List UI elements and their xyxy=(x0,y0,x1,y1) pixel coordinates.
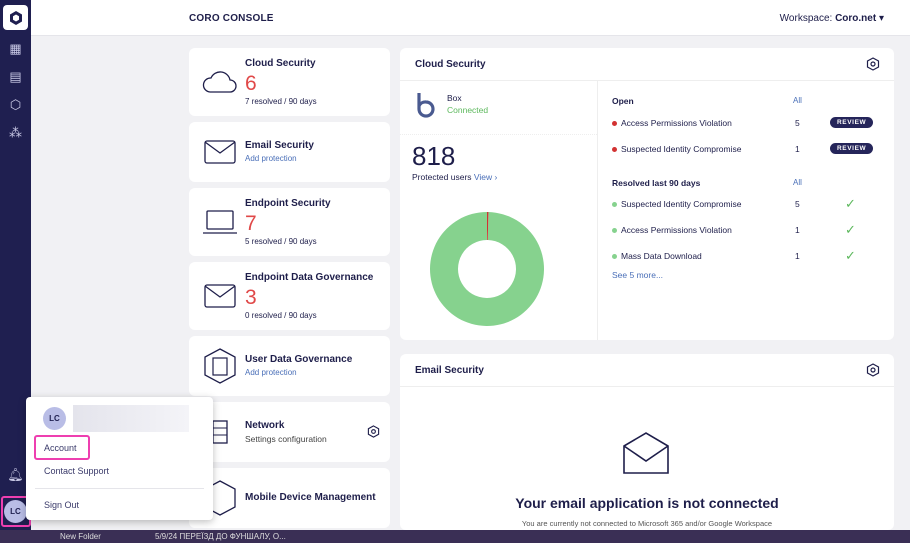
resolved-text: 7 resolved / 90 days xyxy=(245,97,317,106)
card-endpoint-security[interactable]: Endpoint Security 7 5 resolved / 90 days xyxy=(189,188,390,256)
box-logo xyxy=(417,93,435,118)
protected-users-donut xyxy=(430,212,544,326)
card-title: User Data Governance xyxy=(245,354,353,365)
protected-users-count: 818 xyxy=(412,141,456,171)
resolved-row[interactable]: Suspected Identity Compromise 5 ✓ xyxy=(612,196,882,211)
issue-count: 7 xyxy=(245,212,257,235)
resolved-heading: Resolved last 90 days xyxy=(612,178,701,188)
menu-avatar: LC xyxy=(43,407,66,430)
cloud-icon xyxy=(202,71,237,93)
gear-icon[interactable] xyxy=(866,57,880,71)
protected-users-label: Protected users xyxy=(412,172,472,182)
app-title: CORO CONSOLE xyxy=(189,13,274,24)
top-bar: CORO CONSOLE Workspace: Coro.net ▾ xyxy=(31,0,910,36)
issue-count: 6 xyxy=(245,72,257,95)
settings-hex-icon[interactable]: ⬡ xyxy=(7,96,24,113)
envelope-icon xyxy=(201,133,239,171)
contact-support-menu-item[interactable]: Contact Support xyxy=(44,466,109,476)
app-name: Box xyxy=(447,93,462,103)
resolved-row[interactable]: Mass Data Download 1 ✓ xyxy=(612,248,882,263)
check-icon: ✓ xyxy=(845,222,856,237)
review-button[interactable]: REVIEW xyxy=(830,117,874,128)
gear-icon[interactable] xyxy=(866,363,880,377)
coro-logo[interactable] xyxy=(3,5,28,30)
document-icon xyxy=(201,277,239,315)
card-user-data-governance[interactable]: User Data Governance Add protection xyxy=(189,336,390,396)
taskbar: New Folder 5/9/24 ПЕРЕЇЗД ДО ФУНШАЛУ, О.… xyxy=(0,530,910,543)
email-security-panel: Email Security Your email application is… xyxy=(400,354,894,530)
card-title: Mobile Device Management xyxy=(245,492,376,503)
not-connected-heading: Your email application is not connected xyxy=(515,495,779,511)
resolved-all-link[interactable]: All xyxy=(793,178,802,187)
sign-out-menu-item[interactable]: Sign Out xyxy=(44,500,79,510)
panel-title: Email Security xyxy=(415,365,484,376)
user-menu: LC Account Contact Support Sign Out xyxy=(26,397,213,520)
taskbar-item[interactable]: 5/9/24 ПЕРЕЇЗД ДО ФУНШАЛУ, О... xyxy=(155,532,286,541)
account-highlight xyxy=(34,435,90,460)
panel-title: Cloud Security xyxy=(415,59,486,70)
cloud-security-panel: Cloud Security Box Connected 818 Protect… xyxy=(400,48,894,340)
card-title: Endpoint Security xyxy=(245,198,331,209)
gear-icon[interactable] xyxy=(367,425,380,438)
card-cloud-security[interactable]: Cloud Security 6 7 resolved / 90 days xyxy=(189,48,390,116)
workspace-selector[interactable]: Workspace: Coro.net ▾ xyxy=(780,13,884,24)
bell-icon[interactable]: 🔔︎ xyxy=(7,466,24,483)
open-heading: Open xyxy=(612,96,634,106)
resolved-text: 5 resolved / 90 days xyxy=(245,237,317,246)
card-mobile-device-management[interactable]: Mobile Device Management xyxy=(189,468,390,528)
not-connected-text: You are currently not connected to Micro… xyxy=(521,519,773,528)
blurred-user-info xyxy=(73,405,189,432)
network-nodes-icon[interactable]: ⁂ xyxy=(7,124,24,141)
list-icon[interactable]: ▤ xyxy=(7,68,24,85)
view-link[interactable]: View › xyxy=(474,172,497,182)
card-title: Email Security xyxy=(245,140,314,151)
card-title: Network xyxy=(245,420,285,431)
card-network[interactable]: Network Settings configuration xyxy=(189,402,390,462)
taskbar-folder[interactable]: New Folder xyxy=(60,532,101,541)
file-hex-icon xyxy=(204,348,236,384)
chevron-down-icon: ▾ xyxy=(878,13,884,24)
dashboard-icon[interactable]: ▦ xyxy=(7,40,24,57)
review-button[interactable]: REVIEW xyxy=(830,143,874,154)
card-email-security[interactable]: Email Security Add protection xyxy=(189,122,390,182)
check-icon: ✓ xyxy=(845,196,856,211)
see-more-link[interactable]: See 5 more... xyxy=(612,270,663,280)
open-row[interactable]: Access Permissions Violation 5 REVIEW xyxy=(612,117,882,130)
check-icon: ✓ xyxy=(845,248,856,263)
resolved-row[interactable]: Access Permissions Violation 1 ✓ xyxy=(612,222,882,237)
settings-text: Settings configuration xyxy=(245,434,327,444)
card-title: Cloud Security xyxy=(245,58,316,69)
connection-status: Connected xyxy=(447,105,489,115)
laptop-icon xyxy=(203,210,237,234)
issue-count: 3 xyxy=(245,286,257,309)
open-row[interactable]: Suspected Identity Compromise 1 REVIEW xyxy=(612,143,882,156)
add-protection-link[interactable]: Add protection xyxy=(245,154,297,163)
card-endpoint-data-governance[interactable]: Endpoint Data Governance 3 0 resolved / … xyxy=(189,262,390,330)
open-all-link[interactable]: All xyxy=(793,96,802,105)
add-protection-link[interactable]: Add protection xyxy=(245,368,297,377)
resolved-text: 0 resolved / 90 days xyxy=(245,311,317,320)
card-title: Endpoint Data Governance xyxy=(245,272,374,283)
envelope-icon xyxy=(623,432,669,474)
